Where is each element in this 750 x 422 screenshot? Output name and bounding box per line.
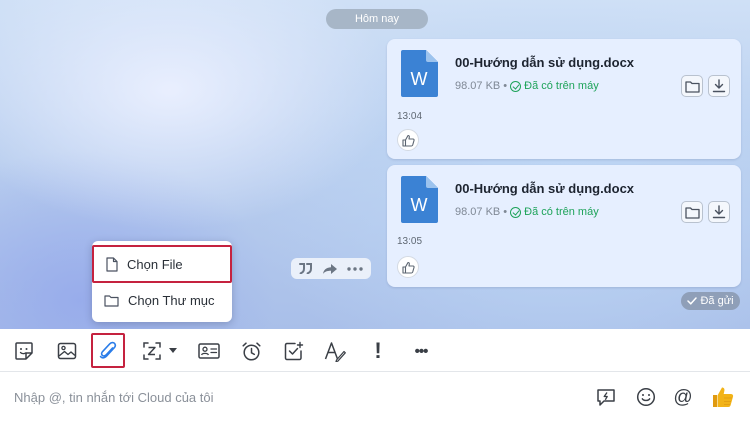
emoji-icon [636, 387, 656, 407]
more-tools-button[interactable]: ••• [407, 337, 435, 365]
contact-card-icon [198, 343, 220, 359]
message-time: 13:04 [397, 111, 423, 122]
download-button[interactable] [708, 75, 730, 97]
text-format-button[interactable] [321, 337, 349, 365]
download-status: Đã có trên máy [510, 80, 599, 92]
react-like-button[interactable] [397, 256, 419, 278]
more-icon: ••• [414, 342, 429, 360]
choose-file-menu-item[interactable]: Chọn File [92, 245, 232, 283]
download-status: Đã có trên máy [510, 206, 599, 218]
forward-icon[interactable] [322, 263, 338, 275]
file-meta: 98.07 KB • Đã có trên máy [455, 206, 599, 218]
file-name[interactable]: 00-Hướng dẫn sử dụng.docx [455, 55, 634, 70]
quick-message-button[interactable] [594, 385, 618, 409]
download-icon [712, 79, 726, 93]
image-button[interactable] [53, 337, 81, 365]
meta-separator: • [503, 206, 508, 218]
important-button[interactable]: ! [364, 337, 392, 365]
composer-toolbar: ! ••• [0, 329, 750, 372]
download-status-label: Đã có trên máy [524, 80, 599, 92]
file-meta: 98.07 KB • Đã có trên máy [455, 80, 599, 92]
meta-separator: • [503, 80, 508, 92]
date-separator: Hôm nay [326, 9, 428, 29]
chat-area: Hôm nay W 00-Hướng dẫn sử dụng.docx 98.0… [0, 0, 750, 329]
message-input-bar: @ [0, 372, 750, 422]
task-icon [284, 341, 303, 360]
thumbs-up-icon [401, 134, 415, 147]
message-actions [291, 258, 371, 279]
check-circle-icon [510, 80, 522, 92]
image-icon [57, 342, 77, 360]
at-mention-icon: @ [673, 386, 693, 408]
file-size: 98.07 KB [455, 206, 501, 218]
screenshot-button[interactable] [139, 337, 181, 365]
screenshot-icon [143, 342, 177, 360]
sent-status-label: Đã gửi [700, 295, 734, 307]
message-input[interactable] [0, 372, 580, 422]
file-message[interactable]: W 00-Hướng dẫn sử dụng.docx 98.07 KB • Đ… [387, 39, 741, 159]
react-like-button[interactable] [397, 129, 419, 151]
word-file-icon: W [401, 50, 438, 97]
download-icon [712, 205, 726, 219]
send-like-button[interactable] [710, 385, 736, 409]
open-folder-button[interactable] [681, 201, 703, 223]
important-icon: ! [374, 338, 382, 363]
file-icon [106, 256, 118, 272]
choose-folder-label: Chọn Thư mục [128, 292, 215, 308]
emoji-button[interactable] [634, 385, 658, 409]
paperclip-icon [99, 341, 117, 359]
choose-file-label: Chọn File [127, 256, 183, 272]
contact-card-button[interactable] [195, 337, 223, 365]
folder-icon [684, 80, 700, 93]
alarm-clock-icon [241, 341, 261, 361]
thumbs-up-icon [401, 261, 415, 274]
more-options-icon[interactable] [346, 266, 363, 271]
sticker-button[interactable] [10, 337, 38, 365]
attach-menu: Chọn File Chọn Thư mục [92, 241, 232, 322]
choose-folder-menu-item[interactable]: Chọn Thư mục [92, 281, 232, 319]
thumbs-up-emoji-icon [713, 387, 734, 407]
reminder-button[interactable] [237, 337, 265, 365]
attach-file-button[interactable] [91, 333, 125, 368]
folder-icon [104, 294, 119, 307]
download-status-label: Đã có trên máy [524, 206, 599, 218]
mention-button[interactable]: @ [671, 385, 695, 409]
folder-icon [684, 206, 700, 219]
check-circle-icon [510, 206, 522, 218]
sent-status-badge: Đã gửi [681, 292, 740, 310]
text-format-icon [324, 341, 346, 362]
svg-text:W: W [411, 195, 428, 215]
quote-reply-icon[interactable] [299, 263, 313, 274]
file-name[interactable]: 00-Hướng dẫn sử dụng.docx [455, 181, 634, 196]
svg-text:W: W [411, 69, 428, 89]
word-file-icon: W [401, 176, 438, 223]
message-time: 13:05 [397, 236, 423, 247]
checkmark-icon [687, 297, 698, 305]
quick-message-icon [597, 388, 615, 406]
file-message[interactable]: W 00-Hướng dẫn sử dụng.docx 98.07 KB • Đ… [387, 165, 741, 287]
file-size: 98.07 KB [455, 80, 501, 92]
download-button[interactable] [708, 201, 730, 223]
open-folder-button[interactable] [681, 75, 703, 97]
sticker-icon [15, 342, 33, 360]
task-button[interactable] [279, 337, 307, 365]
